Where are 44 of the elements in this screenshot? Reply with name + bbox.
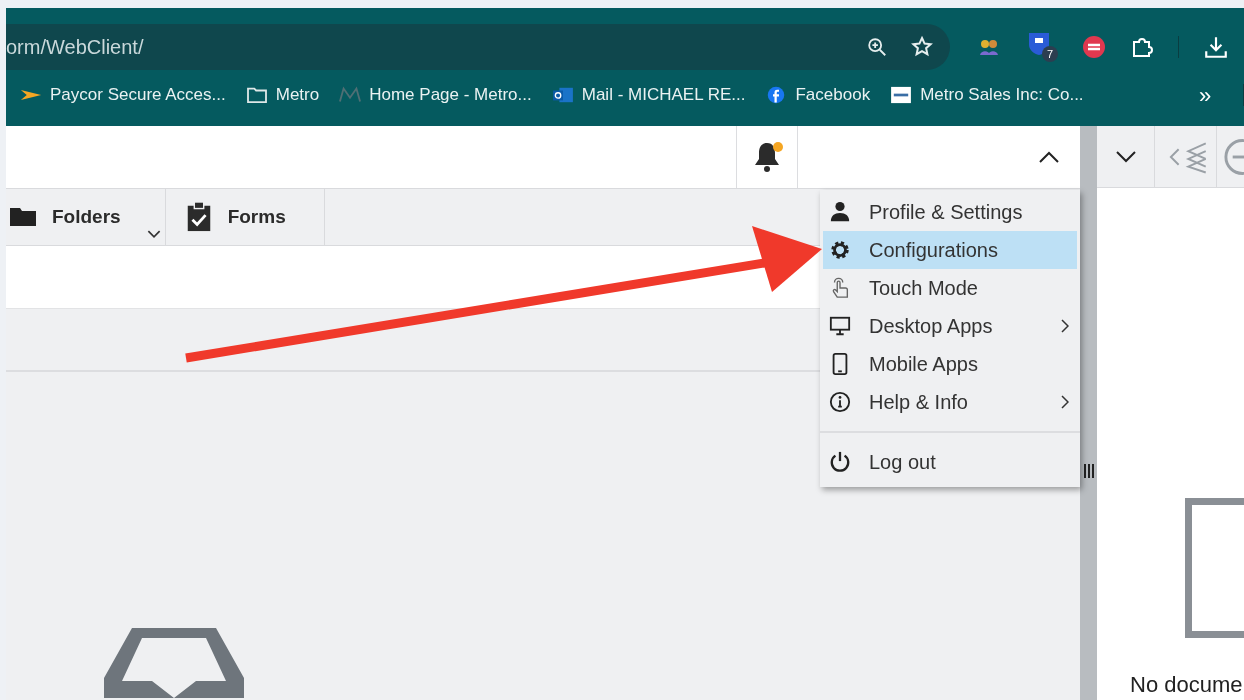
bookmark-link[interactable]: Metro Sales Inc: Co... bbox=[920, 82, 1084, 108]
more-bookmarks-button[interactable]: » bbox=[1199, 78, 1223, 112]
bookmark-link[interactable]: Home Page - Metro... bbox=[369, 82, 532, 108]
chevron-right-icon bbox=[1061, 395, 1069, 409]
document-icon bbox=[1185, 498, 1244, 638]
settings-icon bbox=[829, 239, 851, 261]
clipboard-check-icon bbox=[185, 202, 212, 232]
tab[interactable]: Folders bbox=[6, 189, 166, 245]
menu-item[interactable]: Help & Info bbox=[823, 383, 1077, 421]
download-icon[interactable] bbox=[1203, 34, 1229, 60]
menu-item[interactable]: Log out bbox=[823, 443, 1077, 481]
chevron-down-icon[interactable] bbox=[1114, 149, 1137, 164]
star-icon[interactable] bbox=[910, 35, 934, 59]
menu-item[interactable]: Touch Mode bbox=[823, 269, 1077, 307]
logo-icon bbox=[339, 86, 362, 104]
caret-icon bbox=[146, 230, 161, 239]
count-badge: 7 bbox=[1042, 46, 1058, 62]
chevron-right-icon bbox=[1061, 319, 1069, 333]
folder-icon bbox=[10, 207, 36, 227]
bookmark-link[interactable]: Mail - MICHAEL RE... bbox=[581, 82, 746, 108]
puzzle-icon[interactable] bbox=[1130, 35, 1154, 59]
empty-message: No docume bbox=[1130, 671, 1243, 699]
menu-item[interactable]: Configurations bbox=[823, 231, 1077, 269]
menu-item[interactable]: Profile & Settings bbox=[823, 193, 1077, 231]
inbox-icon bbox=[104, 628, 244, 698]
bookmark-link[interactable]: Facebook bbox=[795, 82, 871, 108]
menu-item[interactable]: Mobile Apps bbox=[823, 345, 1077, 383]
bookmark-link[interactable]: Paycor Secure Acces... bbox=[50, 82, 226, 108]
url-text: orm/WebClient/ bbox=[6, 35, 145, 60]
zoom-icon[interactable] bbox=[866, 36, 888, 58]
extension-icon[interactable] bbox=[1082, 35, 1106, 59]
monitor-icon bbox=[829, 315, 851, 337]
address-bar[interactable]: orm/WebClient/ bbox=[6, 24, 950, 70]
grip-icon[interactable] bbox=[1082, 464, 1095, 478]
person-icon bbox=[829, 201, 851, 223]
menu-item[interactable]: Desktop Apps bbox=[823, 307, 1077, 345]
folder-icon bbox=[245, 86, 268, 104]
info-icon bbox=[829, 391, 851, 413]
bookmark-link[interactable]: Metro bbox=[275, 82, 320, 108]
tab[interactable]: Forms bbox=[165, 189, 325, 245]
site-icon bbox=[890, 86, 913, 104]
power-icon bbox=[829, 451, 851, 473]
chevron-up-icon[interactable] bbox=[1038, 150, 1060, 164]
mail-icon bbox=[551, 86, 574, 104]
